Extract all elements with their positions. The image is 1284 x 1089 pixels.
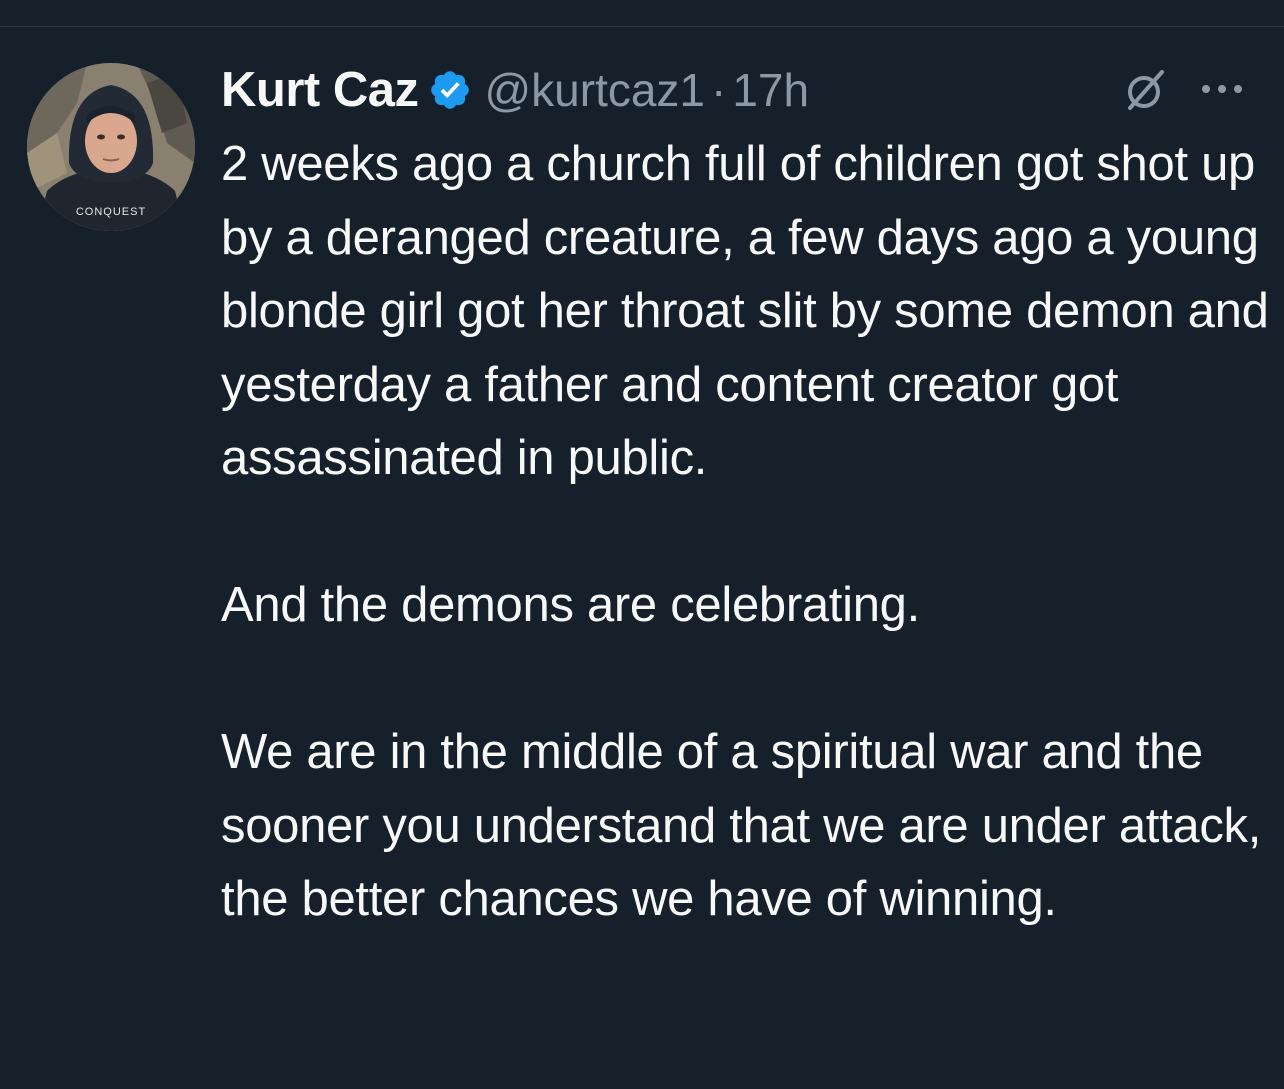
- tweet-paragraph: And the demons are celebrating.: [221, 578, 920, 632]
- tweet-paragraph: We are in the middle of a spiritual war …: [221, 725, 1262, 926]
- author-display-name[interactable]: Kurt Caz: [221, 62, 419, 118]
- tweet-paragraph: 2 weeks ago a church full of children go…: [221, 137, 1269, 485]
- separator-dot: ·: [711, 64, 727, 116]
- tweet-content: Kurt Caz @kurtcaz1 · 17h 2 weeks ago a c…: [221, 52, 1271, 937]
- tweet-timestamp[interactable]: 17h: [732, 63, 809, 117]
- verified-badge-icon[interactable]: [428, 68, 472, 112]
- avatar-hoodie-text: CONQUEST: [76, 206, 146, 218]
- tweet-text: 2 weeks ago a church full of children go…: [221, 128, 1271, 937]
- tweet[interactable]: CONQUEST Kurt Caz @kurtcaz1 · 17h 2 week…: [0, 0, 1284, 1089]
- avatar[interactable]: CONQUEST: [27, 63, 195, 231]
- author-handle[interactable]: @kurtcaz1: [484, 63, 705, 117]
- tweet-header: Kurt Caz @kurtcaz1 · 17h: [221, 52, 1271, 128]
- grok-icon[interactable]: [1124, 68, 1168, 112]
- more-options-icon[interactable]: [1197, 74, 1247, 104]
